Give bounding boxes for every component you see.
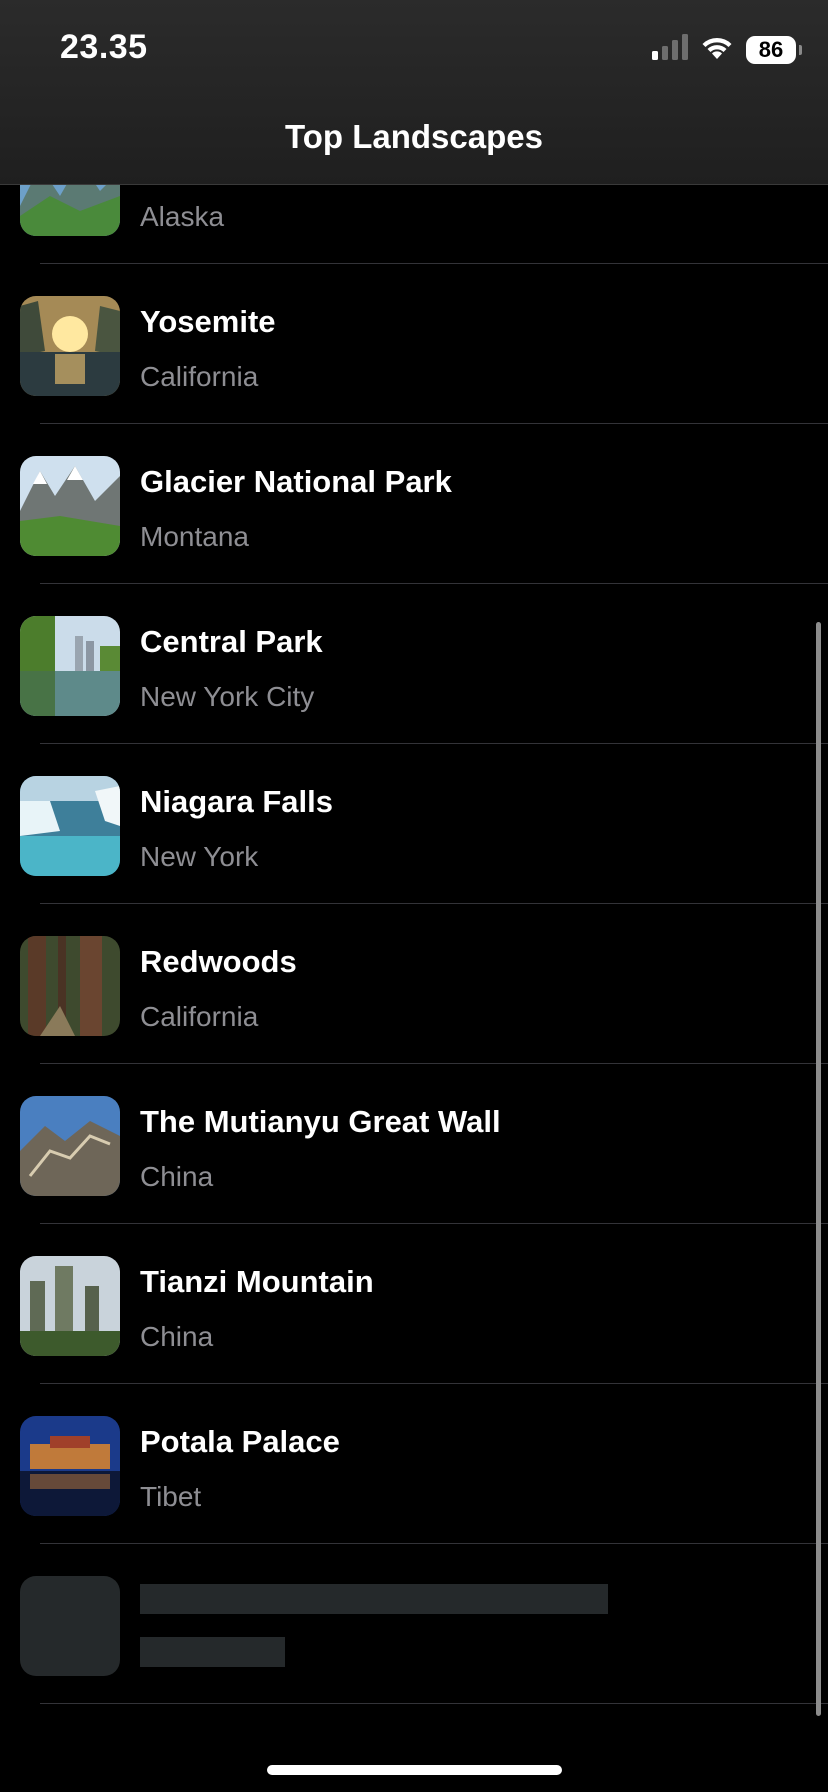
list-item-subtitle: China [140, 1321, 214, 1352]
list-item-subtitle: Montana [140, 521, 249, 552]
yosemite-photo [20, 296, 120, 396]
list-item-title: Redwoods [140, 944, 297, 979]
status-bar: 23.35 86 [0, 0, 828, 100]
list-item[interactable]: The Mutianyu Great Wall China [0, 1064, 828, 1224]
list-item-subtitle: New York City [140, 681, 315, 712]
list-item[interactable]: Redwoods California [0, 904, 828, 1064]
home-indicator[interactable] [267, 1765, 562, 1775]
list-item-subtitle: California [140, 361, 259, 392]
page-title: Top Landscapes [285, 118, 543, 155]
redwoods-photo [20, 936, 120, 1036]
list-item-title: The Mutianyu Great Wall [140, 1104, 501, 1139]
list-item[interactable]: Niagara Falls New York [0, 744, 828, 904]
list-item-title: Yosemite [140, 304, 276, 339]
list-item[interactable]: Tianzi Mountain China [0, 1224, 828, 1384]
list-item-title: Central Park [140, 624, 323, 659]
list-item-subtitle: China [140, 1161, 214, 1192]
landscape-list[interactable]: Alaska Yosemite California Glacier Natio… [0, 104, 828, 1704]
list-item-title: Glacier National Park [140, 464, 452, 499]
status-icons: 86 [652, 34, 802, 65]
loading-placeholder-row [0, 1544, 828, 1704]
list-item-subtitle: California [140, 1001, 259, 1032]
list-item-subtitle: Tibet [140, 1481, 202, 1512]
cellular-signal-icon [652, 34, 688, 65]
central-park-photo [20, 616, 120, 716]
skeleton-subtitle [140, 1637, 285, 1667]
skeleton-title [140, 1584, 608, 1614]
list-item[interactable]: Central Park New York City [0, 584, 828, 744]
list-item-title: Potala Palace [140, 1424, 340, 1459]
tianzi-photo [20, 1256, 120, 1356]
list-item[interactable]: Glacier National Park Montana [0, 424, 828, 584]
scroll-indicator[interactable] [816, 622, 821, 1716]
list-item[interactable]: Potala Palace Tibet [0, 1384, 828, 1544]
great-wall-photo [20, 1096, 120, 1196]
niagara-photo [20, 776, 120, 876]
wifi-icon [700, 34, 734, 65]
list-item-title: Tianzi Mountain [140, 1264, 374, 1299]
list-item-title: Niagara Falls [140, 784, 333, 819]
status-time: 23.35 [60, 28, 148, 66]
potala-photo [20, 1416, 120, 1516]
glacier-photo [20, 456, 120, 556]
list-item-subtitle: New York [140, 841, 259, 872]
list-item-subtitle: Alaska [140, 201, 225, 232]
list-item[interactable]: Yosemite California [0, 264, 828, 424]
battery-indicator: 86 [746, 35, 802, 64]
skeleton-thumbnail [20, 1576, 120, 1676]
